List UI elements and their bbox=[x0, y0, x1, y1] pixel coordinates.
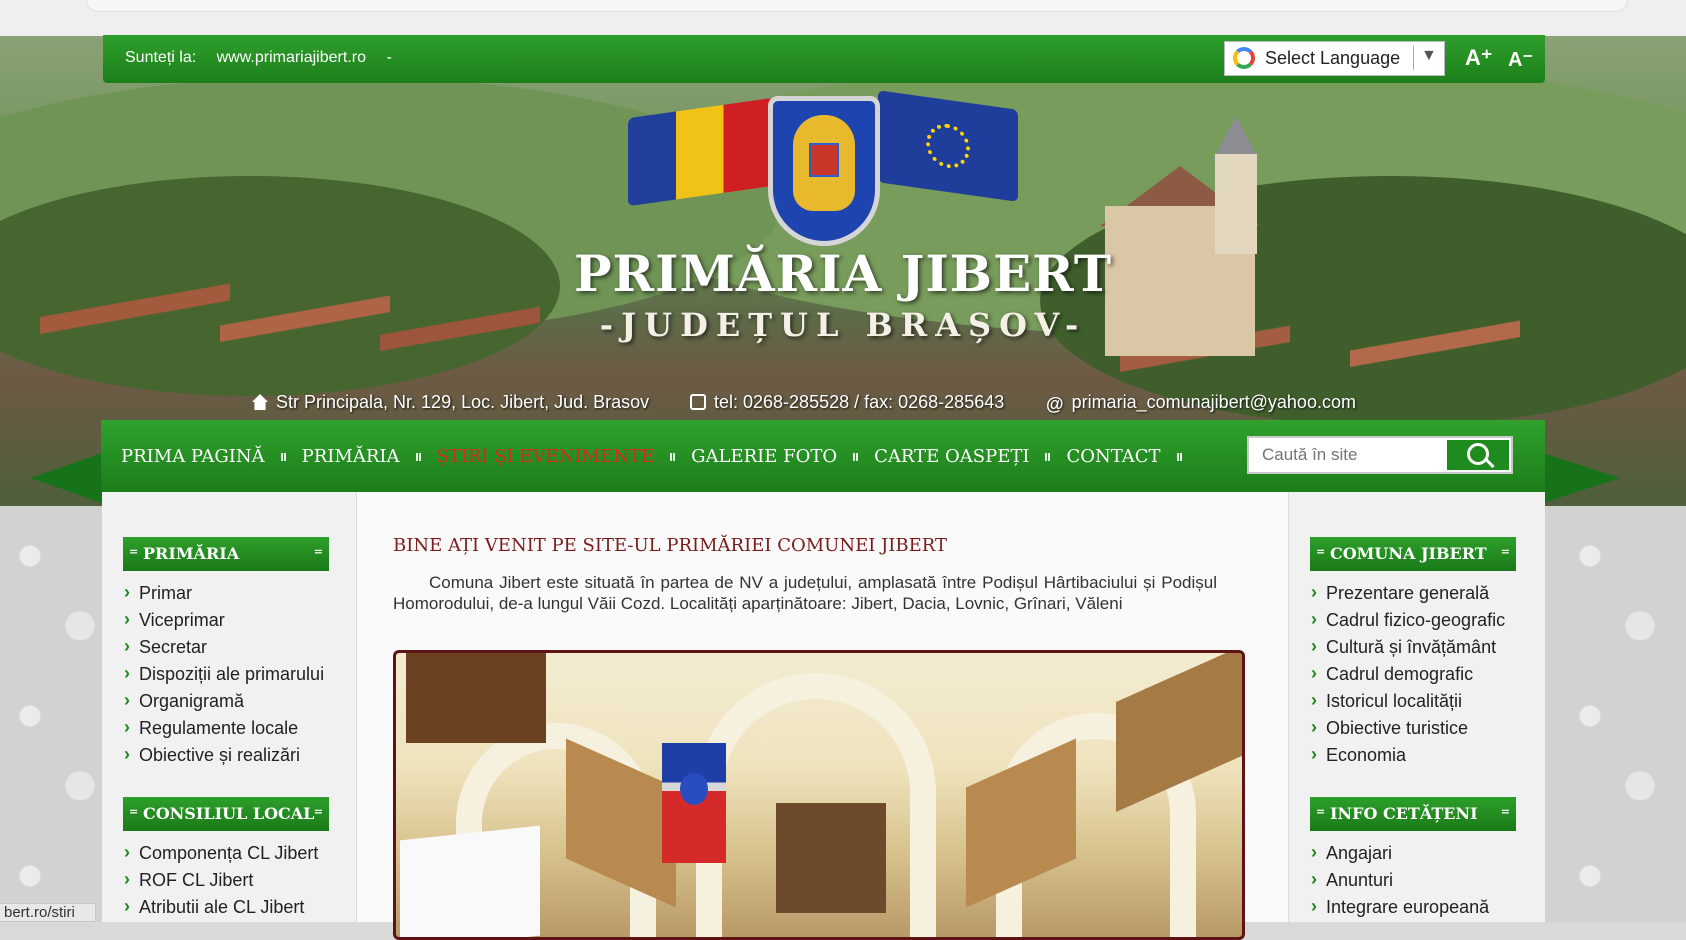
nav-separator bbox=[1176, 452, 1182, 461]
email-link[interactable]: primaria_comunajibert@yahoo.com bbox=[1072, 392, 1356, 412]
sidebar-menu-primaria: Primar Viceprimar Secretar Dispoziții al… bbox=[124, 579, 324, 769]
nav-separator bbox=[415, 452, 421, 461]
sidebar-item-anunturi[interactable]: Anunturi bbox=[1311, 866, 1489, 894]
sidebar-menu-comuna: Prezentare generală Cadrul fizico-geogra… bbox=[1311, 579, 1505, 769]
sidebar-item-primar[interactable]: Primar bbox=[124, 579, 324, 607]
phone-text: tel: 0268-285528 / fax: 0268-285643 bbox=[714, 392, 1005, 412]
sidebar-heading-comuna: COMUNA JIBERT bbox=[1310, 537, 1516, 571]
address-bar[interactable] bbox=[86, 0, 1628, 12]
phone-icon bbox=[690, 394, 706, 410]
breadcrumb-label: Sunteți la: bbox=[125, 49, 197, 66]
site-title: PRIMĂRIA JIBERT bbox=[573, 244, 1113, 303]
language-select-label: Select Language bbox=[1265, 48, 1401, 68]
nav-menu: PRIMA PAGINĂ PRIMĂRIA ȘTIRI ȘI EVENIMENT… bbox=[121, 446, 1198, 467]
nav-separator bbox=[670, 452, 676, 461]
nav-separator bbox=[280, 452, 286, 461]
nav-separator bbox=[853, 452, 859, 461]
search-icon bbox=[1467, 443, 1489, 465]
font-increase-button[interactable]: A⁺ bbox=[1465, 45, 1493, 71]
intro-text: Comuna Jibert este situată în partea de … bbox=[393, 573, 1217, 613]
pulpit bbox=[406, 653, 546, 743]
ribbon-end bbox=[30, 452, 105, 504]
chevron-down-icon: ▼ bbox=[1421, 47, 1437, 64]
sidebar-item-obiective[interactable]: Obiective și realizări bbox=[124, 741, 324, 769]
sidebar-item-demografic[interactable]: Cadrul demografic bbox=[1311, 660, 1505, 688]
search-button[interactable] bbox=[1447, 440, 1509, 470]
search-input[interactable] bbox=[1249, 438, 1473, 472]
nav-item-contact[interactable]: CONTACT bbox=[1066, 446, 1160, 467]
sidebar-item-atributii[interactable]: Atributii ale CL Jibert bbox=[124, 893, 318, 921]
organ bbox=[776, 803, 886, 913]
sidebar-item-regulamente[interactable]: Regulamente locale bbox=[124, 714, 324, 742]
welcome-title: BINE AȚI VENIT PE SITE-UL PRIMĂRIEI COMU… bbox=[393, 535, 947, 556]
browser-chrome bbox=[0, 0, 1686, 36]
site-subtitle: -JUDEȚUL BRAȘOV- bbox=[599, 306, 1087, 344]
church-tower bbox=[1215, 154, 1257, 254]
sidebar-heading-consiliul: CONSILIUL LOCAL bbox=[123, 797, 329, 831]
sidebar-item-angajari[interactable]: Angajari bbox=[1311, 839, 1489, 867]
sidebar-item-secretar[interactable]: Secretar bbox=[124, 633, 324, 661]
email-info: @ primaria_comunajibert@yahoo.com bbox=[1046, 392, 1356, 414]
sidebar-item-turistice[interactable]: Obiective turistice bbox=[1311, 714, 1505, 742]
address-info: Str Principala, Nr. 129, Loc. Jibert, Ju… bbox=[252, 392, 649, 413]
sidebar-item-istoricul[interactable]: Istoricul localității bbox=[1311, 687, 1505, 715]
sidebar-heading-primaria: PRIMĂRIA bbox=[123, 537, 329, 571]
eu-flag bbox=[878, 90, 1018, 202]
nav-item-carte-oaspeti[interactable]: CARTE OASPEȚI bbox=[874, 446, 1029, 467]
sidebar-menu-info: Angajari Anunturi Integrare europeană bbox=[1311, 839, 1489, 921]
eu-stars bbox=[926, 120, 970, 172]
breadcrumb: Sunteți la: www.primariajibert.ro - bbox=[125, 49, 408, 67]
sidebar-menu-consiliul: Componența CL Jibert ROF CL Jibert Atrib… bbox=[124, 839, 318, 921]
breadcrumb-link[interactable]: www.primariajibert.ro bbox=[217, 49, 366, 66]
left-sidebar: PRIMĂRIA Primar Viceprimar Secretar Disp… bbox=[102, 492, 357, 922]
coat-of-arms-logo[interactable] bbox=[768, 96, 880, 246]
flag-in-church bbox=[662, 743, 726, 863]
nav-item-stiri[interactable]: ȘTIRI ȘI EVENIMENTE bbox=[437, 446, 655, 467]
status-bar-url: bert.ro/stiri bbox=[0, 903, 96, 922]
sidebar-item-organigrama[interactable]: Organigramă bbox=[124, 687, 324, 715]
sidebar-item-dispozitii[interactable]: Dispoziții ale primarului bbox=[124, 660, 324, 688]
sidebar-item-prezentare[interactable]: Prezentare generală bbox=[1311, 579, 1505, 607]
church-interior-photo bbox=[393, 650, 1245, 940]
home-icon bbox=[252, 394, 268, 410]
sidebar-item-cultura[interactable]: Cultură și învățământ bbox=[1311, 633, 1505, 661]
sidebar-item-economia[interactable]: Economia bbox=[1311, 741, 1505, 769]
sidebar-item-integrare[interactable]: Integrare europeană bbox=[1311, 893, 1489, 921]
altar-cloth bbox=[400, 825, 540, 937]
right-sidebar: COMUNA JIBERT Prezentare generală Cadrul… bbox=[1288, 492, 1545, 922]
content-panel: PRIMĂRIA Primar Viceprimar Secretar Disp… bbox=[102, 492, 1545, 940]
sidebar-item-componenta[interactable]: Componența CL Jibert bbox=[124, 839, 318, 867]
nav-item-galerie-foto[interactable]: GALERIE FOTO bbox=[691, 446, 837, 467]
font-decrease-button[interactable]: A⁻ bbox=[1508, 47, 1533, 72]
phone-info: tel: 0268-285528 / fax: 0268-285643 bbox=[690, 392, 1004, 413]
sidebar-heading-info: INFO CETĂȚENI bbox=[1310, 797, 1516, 831]
divider bbox=[1413, 46, 1414, 70]
shield-emblem bbox=[809, 143, 839, 177]
ribbon-end bbox=[1540, 452, 1620, 504]
main-nav: PRIMA PAGINĂ PRIMĂRIA ȘTIRI ȘI EVENIMENT… bbox=[101, 420, 1545, 492]
nav-item-primaria[interactable]: PRIMĂRIA bbox=[302, 446, 400, 467]
nav-separator bbox=[1045, 452, 1051, 461]
search-form bbox=[1247, 436, 1513, 474]
flag-emblem bbox=[680, 773, 708, 805]
breadcrumb-separator: - bbox=[386, 49, 392, 66]
at-icon: @ bbox=[1046, 394, 1064, 414]
google-icon bbox=[1233, 47, 1255, 69]
sidebar-item-cadrul-fizico[interactable]: Cadrul fizico-geografic bbox=[1311, 606, 1505, 634]
sidebar-item-rof[interactable]: ROF CL Jibert bbox=[124, 866, 318, 894]
eagle-emblem bbox=[793, 115, 855, 211]
sidebar-item-viceprimar[interactable]: Viceprimar bbox=[124, 606, 324, 634]
language-select[interactable]: Select Language ▼ bbox=[1224, 41, 1445, 76]
nav-item-prima-pagina[interactable]: PRIMA PAGINĂ bbox=[121, 446, 265, 467]
address-text: Str Principala, Nr. 129, Loc. Jibert, Ju… bbox=[276, 392, 650, 412]
top-bar: Sunteți la: www.primariajibert.ro - Sele… bbox=[103, 35, 1545, 83]
